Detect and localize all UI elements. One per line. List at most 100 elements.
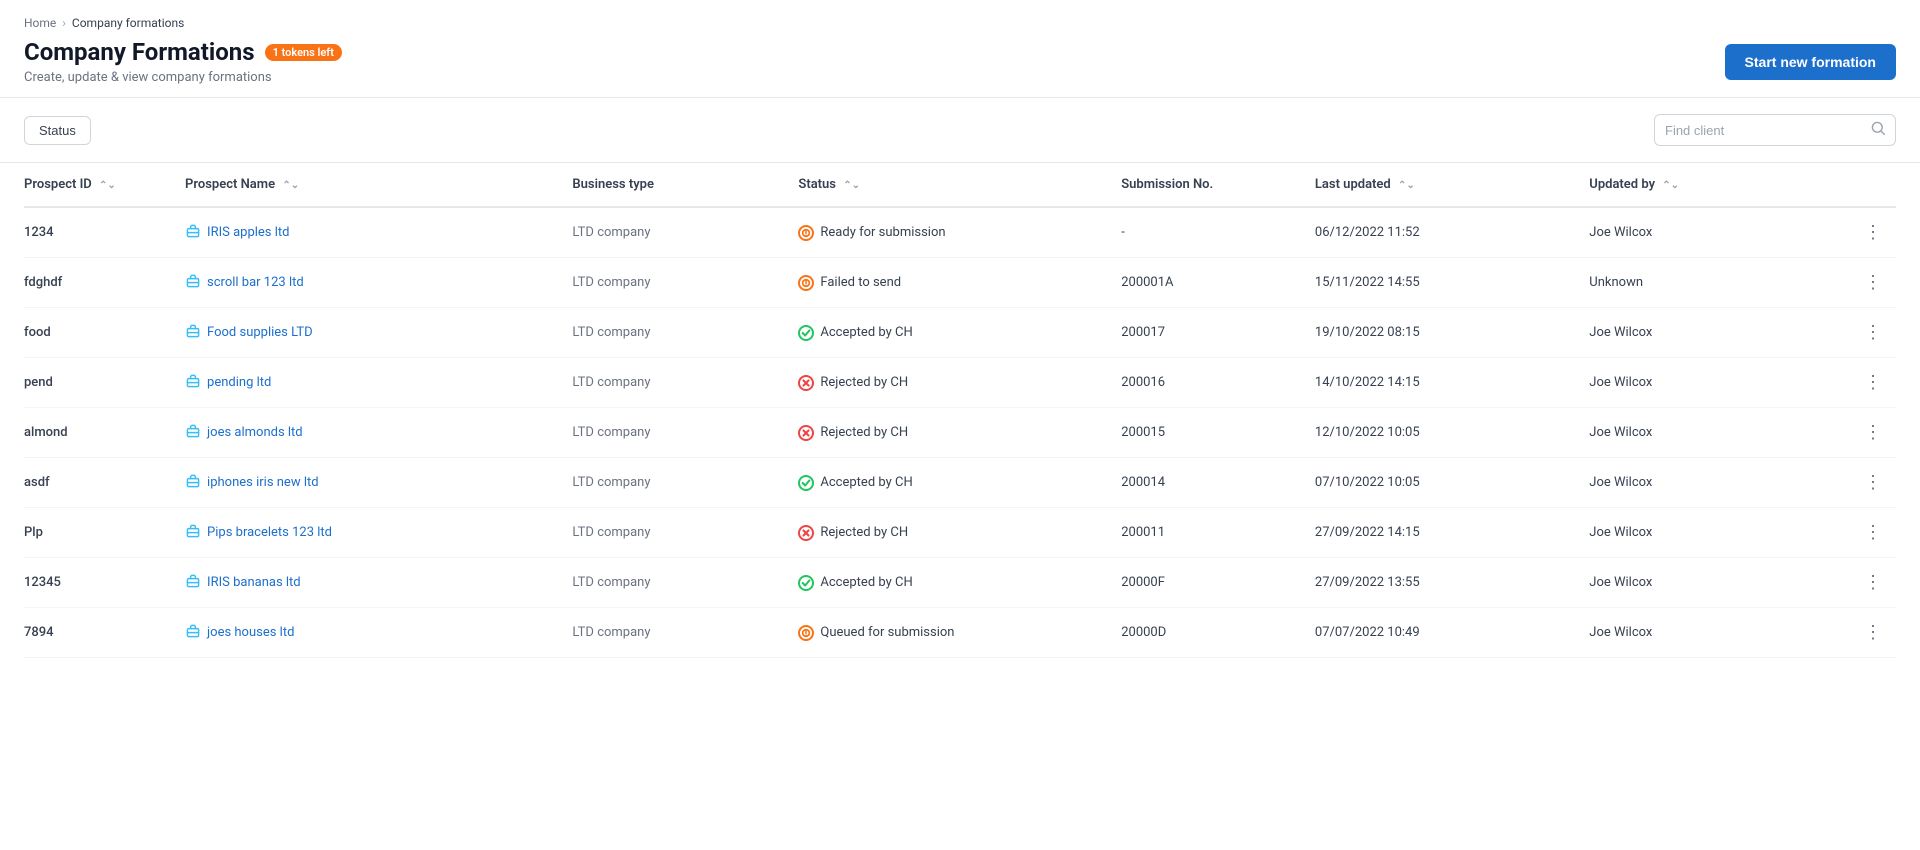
table-row: 12345 IRIS bananas ltd LTD company bbox=[24, 558, 1896, 608]
breadcrumb-home[interactable]: Home bbox=[24, 16, 56, 30]
cell-status: Accepted by CH bbox=[798, 558, 1121, 608]
col-header-last-updated[interactable]: Last updated ⌃⌄ bbox=[1315, 163, 1589, 207]
cell-prospect-id: Plp bbox=[24, 508, 185, 558]
cell-prospect-id: food bbox=[24, 308, 185, 358]
status-label: Failed to send bbox=[820, 275, 901, 290]
cell-prospect-id: 12345 bbox=[24, 558, 185, 608]
status-icon bbox=[798, 325, 814, 341]
cell-status: Rejected by CH bbox=[798, 508, 1121, 558]
col-header-actions bbox=[1815, 163, 1896, 207]
cell-prospect-name: scroll bar 123 ltd bbox=[185, 258, 572, 308]
cell-business-type: LTD company bbox=[572, 258, 798, 308]
cell-updated-by: Joe Wilcox bbox=[1589, 308, 1815, 358]
table-row: pend pending ltd LTD company bbox=[24, 358, 1896, 408]
row-menu-button[interactable]: ⋮ bbox=[1858, 418, 1888, 447]
briefcase-icon bbox=[185, 473, 201, 493]
row-menu-button[interactable]: ⋮ bbox=[1858, 268, 1888, 297]
cell-prospect-name: IRIS apples ltd bbox=[185, 207, 572, 258]
prospect-name-link[interactable]: iphones iris new ltd bbox=[185, 473, 564, 493]
table-row: almond joes almonds ltd LTD company bbox=[24, 408, 1896, 458]
prospect-name-link[interactable]: joes houses ltd bbox=[185, 623, 564, 643]
cell-last-updated: 06/12/2022 11:52 bbox=[1315, 207, 1589, 258]
toolbar: Status bbox=[0, 98, 1920, 163]
cell-business-type: LTD company bbox=[572, 358, 798, 408]
prospect-name-text: scroll bar 123 ltd bbox=[207, 275, 304, 290]
breadcrumb: Home › Company formations bbox=[24, 16, 1896, 30]
cell-last-updated: 07/10/2022 10:05 bbox=[1315, 458, 1589, 508]
search-input[interactable] bbox=[1665, 123, 1865, 138]
cell-prospect-id: fdghdf bbox=[24, 258, 185, 308]
col-header-status[interactable]: Status ⌃⌄ bbox=[798, 163, 1121, 207]
cell-submission-no: 20000D bbox=[1121, 608, 1315, 658]
col-header-submission: Submission No. bbox=[1121, 163, 1315, 207]
row-menu-button[interactable]: ⋮ bbox=[1858, 568, 1888, 597]
cell-prospect-id: pend bbox=[24, 358, 185, 408]
cell-status: Rejected by CH bbox=[798, 408, 1121, 458]
row-menu-button[interactable]: ⋮ bbox=[1858, 218, 1888, 247]
breadcrumb-separator: › bbox=[62, 16, 66, 30]
status-icon bbox=[798, 425, 814, 441]
row-menu-button[interactable]: ⋮ bbox=[1858, 318, 1888, 347]
col-header-prospect-name[interactable]: Prospect Name ⌃⌄ bbox=[185, 163, 572, 207]
prospect-name-text: IRIS apples ltd bbox=[207, 225, 289, 240]
row-menu-button[interactable]: ⋮ bbox=[1858, 518, 1888, 547]
cell-submission-no: - bbox=[1121, 207, 1315, 258]
prospect-name-link[interactable]: pending ltd bbox=[185, 373, 564, 393]
cell-status: Ready for submission bbox=[798, 207, 1121, 258]
prospect-name-text: joes houses ltd bbox=[207, 625, 294, 640]
prospect-name-link[interactable]: scroll bar 123 ltd bbox=[185, 273, 564, 293]
formations-table: Prospect ID ⌃⌄ Prospect Name ⌃⌄ Business… bbox=[24, 163, 1896, 658]
briefcase-icon bbox=[185, 373, 201, 393]
table-row: fdghdf scroll bar 123 ltd LTD company bbox=[24, 258, 1896, 308]
status-label: Queued for submission bbox=[820, 625, 954, 640]
cell-actions: ⋮ bbox=[1815, 458, 1896, 508]
sort-icon-updated-by: ⌃⌄ bbox=[1662, 180, 1679, 191]
sort-icon-last-updated: ⌃⌄ bbox=[1398, 180, 1415, 191]
page-title: Company Formations bbox=[24, 38, 255, 66]
prospect-name-link[interactable]: joes almonds ltd bbox=[185, 423, 564, 443]
cell-prospect-id: 7894 bbox=[24, 608, 185, 658]
cell-updated-by: Joe Wilcox bbox=[1589, 608, 1815, 658]
cell-status: Accepted by CH bbox=[798, 308, 1121, 358]
briefcase-icon bbox=[185, 523, 201, 543]
start-new-formation-button[interactable]: Start new formation bbox=[1725, 44, 1896, 80]
prospect-name-link[interactable]: IRIS apples ltd bbox=[185, 223, 564, 243]
prospect-name-text: pending ltd bbox=[207, 375, 271, 390]
prospect-name-text: Pips bracelets 123 ltd bbox=[207, 525, 332, 540]
sort-icon-prospect-name: ⌃⌄ bbox=[282, 180, 299, 191]
briefcase-icon bbox=[185, 623, 201, 643]
cell-business-type: LTD company bbox=[572, 558, 798, 608]
status-label: Rejected by CH bbox=[820, 375, 908, 390]
status-label: Accepted by CH bbox=[820, 325, 912, 340]
prospect-name-link[interactable]: Food supplies LTD bbox=[185, 323, 564, 343]
col-header-updated-by[interactable]: Updated by ⌃⌄ bbox=[1589, 163, 1815, 207]
cell-prospect-name: joes almonds ltd bbox=[185, 408, 572, 458]
status-label: Accepted by CH bbox=[820, 475, 912, 490]
col-header-prospect-id[interactable]: Prospect ID ⌃⌄ bbox=[24, 163, 185, 207]
prospect-name-text: IRIS bananas ltd bbox=[207, 575, 301, 590]
cell-last-updated: 27/09/2022 13:55 bbox=[1315, 558, 1589, 608]
status-icon bbox=[798, 375, 814, 391]
cell-submission-no: 200015 bbox=[1121, 408, 1315, 458]
cell-actions: ⋮ bbox=[1815, 308, 1896, 358]
status-filter-button[interactable]: Status bbox=[24, 116, 91, 145]
cell-actions: ⋮ bbox=[1815, 358, 1896, 408]
col-header-business-type: Business type bbox=[572, 163, 798, 207]
cell-updated-by: Joe Wilcox bbox=[1589, 207, 1815, 258]
breadcrumb-current: Company formations bbox=[72, 16, 184, 30]
table-header-row: Prospect ID ⌃⌄ Prospect Name ⌃⌄ Business… bbox=[24, 163, 1896, 207]
cell-prospect-id: 1234 bbox=[24, 207, 185, 258]
briefcase-icon bbox=[185, 223, 201, 243]
row-menu-button[interactable]: ⋮ bbox=[1858, 468, 1888, 497]
table-row: Plp Pips bracelets 123 ltd LTD company bbox=[24, 508, 1896, 558]
row-menu-button[interactable]: ⋮ bbox=[1858, 618, 1888, 647]
row-menu-button[interactable]: ⋮ bbox=[1858, 368, 1888, 397]
status-icon bbox=[798, 475, 814, 491]
cell-prospect-id: asdf bbox=[24, 458, 185, 508]
cell-status: Rejected by CH bbox=[798, 358, 1121, 408]
prospect-name-link[interactable]: Pips bracelets 123 ltd bbox=[185, 523, 564, 543]
status-icon bbox=[798, 225, 814, 241]
cell-submission-no: 20000F bbox=[1121, 558, 1315, 608]
cell-business-type: LTD company bbox=[572, 508, 798, 558]
prospect-name-link[interactable]: IRIS bananas ltd bbox=[185, 573, 564, 593]
